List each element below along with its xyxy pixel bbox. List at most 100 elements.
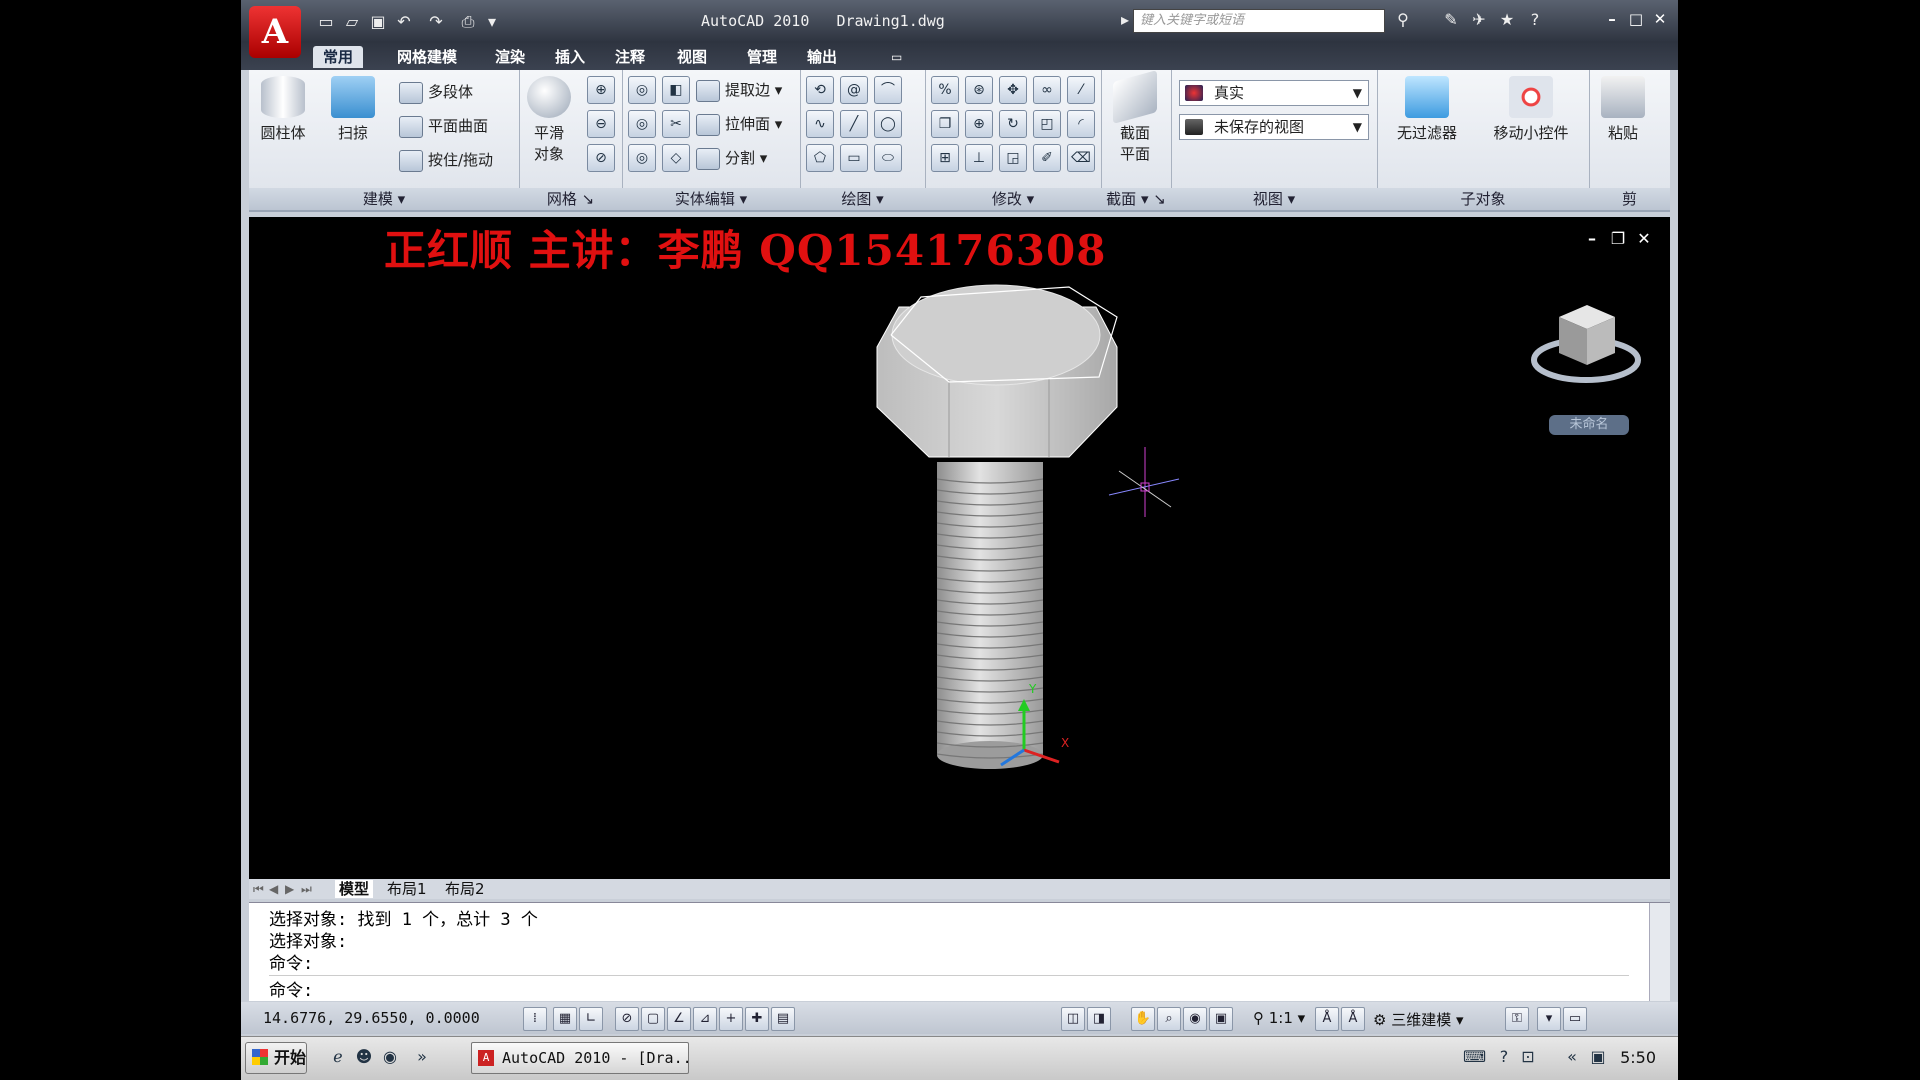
polar-icon[interactable]: ▢ bbox=[641, 1007, 665, 1031]
dynamic-input-icon[interactable]: ✚ bbox=[745, 1007, 769, 1031]
smooth-object-button[interactable]: 平滑 对象 bbox=[521, 76, 577, 164]
presspull-button[interactable]: 按住/拖动 bbox=[399, 146, 493, 174]
no-filter-button[interactable]: 无过滤器 bbox=[1387, 76, 1467, 143]
tab-mesh-modeling[interactable]: 网格建模 bbox=[387, 46, 467, 68]
command-input[interactable]: 命令: bbox=[269, 975, 1629, 1001]
match-properties-icon[interactable]: ✐ bbox=[1033, 144, 1061, 172]
tray-expand-icon[interactable]: « bbox=[1561, 1047, 1583, 1069]
close-icon[interactable]: ✕ bbox=[1649, 10, 1671, 32]
paste-button[interactable]: 粘贴 bbox=[1593, 76, 1653, 143]
rotate-icon[interactable]: ↻ bbox=[999, 110, 1027, 138]
layout-nav-last-icon[interactable]: ⏭ bbox=[301, 880, 312, 898]
snap-icon[interactable]: ▦ bbox=[553, 1007, 577, 1031]
polygon-icon[interactable]: ⬠ bbox=[806, 144, 834, 172]
array-icon[interactable]: ⊞ bbox=[931, 144, 959, 172]
quicklaunch-more-icon[interactable]: » bbox=[411, 1047, 433, 1069]
saved-view-dropdown[interactable]: 未保存的视图 ▼ bbox=[1179, 114, 1369, 140]
viewcube[interactable] bbox=[1531, 305, 1641, 383]
communication-icon[interactable]: ✈ bbox=[1467, 10, 1491, 32]
bolt-shank[interactable] bbox=[936, 462, 1044, 769]
qq-penguin-icon[interactable]: ☻ bbox=[353, 1047, 375, 1069]
tab-layout2[interactable]: 布局2 bbox=[445, 880, 485, 898]
print-icon[interactable]: ⎙ bbox=[457, 12, 479, 32]
rectangle-icon[interactable]: ▭ bbox=[840, 144, 868, 172]
annotation-scale[interactable]: ⚲ 1:1 ▾ bbox=[1253, 1009, 1305, 1027]
undo-icon[interactable]: ↶ bbox=[393, 12, 415, 32]
new-file-icon[interactable]: ▭ bbox=[315, 12, 337, 32]
3d-mirror-icon[interactable]: ∞ bbox=[1033, 76, 1061, 104]
tab-model[interactable]: 模型 bbox=[335, 880, 374, 898]
slice-icon[interactable]: ✂ bbox=[662, 110, 690, 138]
panel-title-mesh[interactable]: 网格 ↘ bbox=[519, 188, 622, 210]
start-button[interactable]: 开始 bbox=[245, 1042, 307, 1074]
panel-title-modeling[interactable]: 建模 ▾ bbox=[249, 188, 519, 210]
3d-align-icon[interactable]: ⊥ bbox=[965, 144, 993, 172]
crease-mesh-icon[interactable]: ⊖ bbox=[587, 110, 615, 138]
model-space-icon[interactable]: ◫ bbox=[1061, 1007, 1085, 1031]
help-tray-icon[interactable]: ? bbox=[1493, 1047, 1515, 1069]
line-icon[interactable]: ╱ bbox=[840, 110, 868, 138]
separate-button[interactable]: 分割 ▾ bbox=[696, 144, 767, 172]
subtract-icon[interactable]: ◎ bbox=[628, 110, 656, 138]
extract-edges-button[interactable]: 提取边 ▾ bbox=[696, 76, 782, 104]
application-menu-button[interactable]: A bbox=[249, 6, 301, 58]
3d-array-icon[interactable]: ⊕ bbox=[965, 110, 993, 138]
favorites-star-icon[interactable]: ★ bbox=[1495, 10, 1519, 32]
otrack-icon[interactable]: + bbox=[719, 1007, 743, 1031]
circle-icon[interactable]: ◯ bbox=[874, 110, 902, 138]
polysolid-button[interactable]: 多段体 bbox=[399, 78, 473, 106]
ortho-icon[interactable]: ⊘ bbox=[615, 1007, 639, 1031]
search-input[interactable]: 键入关键字或短语 bbox=[1133, 9, 1385, 33]
spline-icon[interactable]: ∿ bbox=[806, 110, 834, 138]
zoom-icon[interactable]: ⌕ bbox=[1157, 1007, 1181, 1031]
panel-title-solid-editing[interactable]: 实体编辑 ▾ bbox=[622, 188, 800, 210]
pan-icon[interactable]: ✋ bbox=[1131, 1007, 1155, 1031]
tab-insert[interactable]: 插入 bbox=[545, 46, 595, 68]
tab-layout1[interactable]: 布局1 bbox=[387, 880, 427, 898]
network-icon[interactable]: ▣ bbox=[1587, 1047, 1609, 1069]
tab-render[interactable]: 渲染 bbox=[485, 46, 535, 68]
subscription-icon[interactable]: ✎ bbox=[1439, 10, 1463, 32]
binoculars-icon[interactable]: ⚲ bbox=[1391, 10, 1415, 32]
polyline-icon[interactable]: ⟲ bbox=[806, 76, 834, 104]
fillet-edge-icon[interactable]: ◧ bbox=[662, 76, 690, 104]
cylinder-button[interactable]: 圆柱体 bbox=[253, 76, 313, 143]
browser-icon[interactable]: ◉ bbox=[379, 1047, 401, 1069]
quick-access-menu-icon[interactable]: ▾ bbox=[481, 12, 503, 32]
tab-output[interactable]: 输出 bbox=[797, 46, 847, 68]
stretch-icon[interactable]: ◲ bbox=[999, 144, 1027, 172]
panel-title-modify[interactable]: 修改 ▾ bbox=[925, 188, 1101, 210]
move-gizmo-button[interactable]: 移动小控件 bbox=[1481, 76, 1581, 143]
viewcube-ucs-menu[interactable]: 未命名 bbox=[1549, 415, 1629, 435]
coordinates-readout[interactable]: 14.6776, 29.6550, 0.0000 bbox=[263, 1009, 480, 1027]
layout-nav-next-icon[interactable]: ▶ bbox=[285, 880, 294, 898]
3d-osnap-icon[interactable]: ⊿ bbox=[693, 1007, 717, 1031]
copy-icon[interactable]: ❐ bbox=[931, 110, 959, 138]
trim-icon[interactable]: ⁄ bbox=[1067, 76, 1095, 104]
drawing-canvas[interactable]: 正红顺 主讲：李鹏 QQ154176308 – ❐ ✕ Y X 未命名 bbox=[249, 217, 1670, 879]
auto-scale-icon[interactable]: Å bbox=[1341, 1007, 1365, 1031]
command-scrollbar[interactable] bbox=[1649, 903, 1670, 1001]
clean-screen-icon[interactable]: ▭ bbox=[1563, 1007, 1587, 1031]
move-icon[interactable]: ✥ bbox=[999, 76, 1027, 104]
planar-surface-button[interactable]: 平面曲面 bbox=[399, 112, 488, 140]
scale-icon[interactable]: % bbox=[931, 76, 959, 104]
panel-title-section[interactable]: 截面 ▾ ↘ bbox=[1101, 188, 1171, 210]
quick-view-layouts-icon[interactable]: ◨ bbox=[1087, 1007, 1111, 1031]
minimize-icon[interactable]: – bbox=[1601, 10, 1623, 32]
thicken-icon[interactable]: ◇ bbox=[662, 144, 690, 172]
input-method-icon[interactable]: ⊡ bbox=[1517, 1047, 1539, 1069]
arc-icon[interactable]: ⌒ bbox=[874, 76, 902, 104]
fillet-icon[interactable]: ◜ bbox=[1067, 110, 1095, 138]
quick-properties-icon[interactable]: ▤ bbox=[771, 1007, 795, 1031]
ie-icon[interactable]: ℯ bbox=[327, 1047, 349, 1069]
union-icon[interactable]: ◎ bbox=[628, 76, 656, 104]
layout-nav-prev-icon[interactable]: ◀ bbox=[269, 880, 278, 898]
tab-manage[interactable]: 管理 bbox=[737, 46, 787, 68]
layout-nav-first-icon[interactable]: ⏮ bbox=[253, 880, 264, 898]
panel-title-draw[interactable]: 绘图 ▾ bbox=[800, 188, 925, 210]
osnap-icon[interactable]: ∠ bbox=[667, 1007, 691, 1031]
lock-icon[interactable]: ⚿ bbox=[1505, 1007, 1529, 1031]
help-icon[interactable]: ? bbox=[1523, 10, 1547, 32]
infer-constraints-icon[interactable]: ⁞ bbox=[523, 1007, 547, 1031]
